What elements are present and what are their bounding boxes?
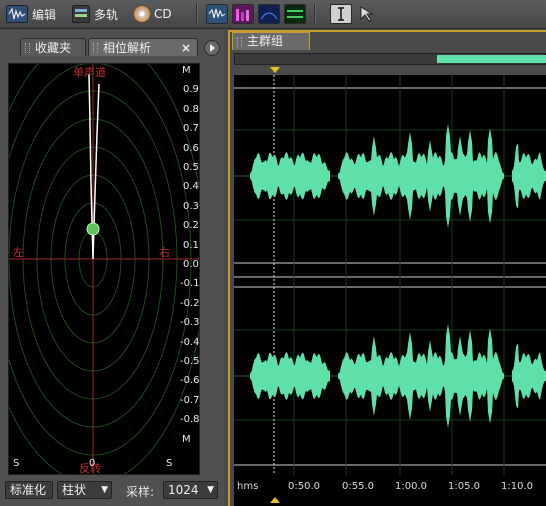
sample-size-select[interactable]: 1024 ▼ xyxy=(163,481,218,499)
phase-icon xyxy=(287,10,303,18)
multitrack-label: 多轨 xyxy=(94,7,119,22)
scale-label: 0.4 xyxy=(183,181,199,193)
tab-phase-analysis-label: 相位解析 xyxy=(103,41,152,55)
sample-label: 采样: xyxy=(126,485,155,499)
cd-label: CD xyxy=(154,7,172,21)
overview-bar[interactable] xyxy=(234,53,546,65)
time-ruler[interactable]: hms 0:50.0 0:55.0 1:00.0 1:05.0 1:10.0 xyxy=(234,475,546,506)
spectral-pan-button[interactable] xyxy=(258,4,280,24)
marquee-arrow-icon xyxy=(360,6,374,22)
scale-label: -0.6 xyxy=(180,375,200,387)
scale-label: 0.6 xyxy=(183,142,199,154)
edit-label: 编辑 xyxy=(32,7,57,22)
scale-label: 0.5 xyxy=(183,162,199,173)
waveform-segment xyxy=(338,124,504,228)
left-panel: 收藏夹 相位解析 × 单声道 反转 左 右 M 0.9 0.8 0.7 0.6 … xyxy=(0,30,224,506)
scale-label: 0.2 xyxy=(183,220,199,232)
waveform-segment xyxy=(338,324,504,428)
waveform-segment xyxy=(512,144,546,208)
scale-label: 0.3 xyxy=(183,200,199,212)
normalize-button[interactable]: 标准化 xyxy=(5,481,53,499)
ruler-tick-label: 0:50.0 xyxy=(288,481,320,492)
x-tick-center: 0 xyxy=(89,458,96,469)
edit-view-button[interactable]: 编辑 xyxy=(6,4,56,24)
toolbar-divider xyxy=(314,3,316,25)
tab-phase-analysis[interactable]: 相位解析 × xyxy=(88,38,198,56)
waveform-edit-icon xyxy=(6,5,28,23)
waveform-display[interactable] xyxy=(234,75,546,475)
spectral-icon xyxy=(236,9,249,21)
ruler-tick-label: 1:10.0 xyxy=(501,481,533,492)
waveform-canvas xyxy=(234,75,546,475)
scale-label: 0.9 xyxy=(183,84,199,96)
play-arrow-icon xyxy=(210,44,215,52)
marquee-tool[interactable] xyxy=(358,5,378,26)
top-toolbar: 编辑 多轨 CD xyxy=(0,0,546,29)
tab-grip xyxy=(93,43,98,53)
correlation-scale: M 0.9 0.8 0.7 0.6 0.5 0.4 0.3 0.2 0.1 0.0 -0.1 -0.2 -… xyxy=(178,63,224,483)
tab-main-group[interactable]: 主群组 xyxy=(232,32,310,50)
scale-label: -0.2 xyxy=(180,297,200,309)
ibeam-icon xyxy=(338,7,344,21)
ruler-tick-label: 1:00.0 xyxy=(395,481,427,492)
tab-main-group-label: 主群组 xyxy=(247,34,284,48)
cd-icon xyxy=(134,6,150,22)
ruler-unit-label: hms xyxy=(237,481,259,492)
scale-label: M xyxy=(182,433,191,445)
playhead-bottom-marker[interactable] xyxy=(270,497,280,503)
scale-label: -0.1 xyxy=(180,278,200,290)
waveform-view-icon xyxy=(208,8,226,19)
waveform-segment xyxy=(250,152,330,200)
close-tab-icon[interactable]: × xyxy=(181,39,191,57)
phase-controls: 标准化 柱状 ▼ 采样: 1024 ▼ xyxy=(0,479,224,501)
x-tick-left: S xyxy=(13,458,20,469)
multitrack-icon xyxy=(72,5,90,23)
scale-label: -0.5 xyxy=(180,356,200,367)
scale-label: 0.7 xyxy=(183,123,199,135)
overview-viewport[interactable] xyxy=(437,55,546,63)
spectral-phase-button[interactable] xyxy=(284,4,306,24)
toolbar-divider xyxy=(196,3,198,25)
waveform-segment xyxy=(250,352,330,400)
pan-icon xyxy=(260,12,278,20)
left-channel-label: 左 xyxy=(13,246,24,259)
x-tick-right: S xyxy=(166,458,173,469)
mono-label: 单声道 xyxy=(73,66,106,79)
phase-ellipses xyxy=(0,34,206,484)
display-mode-value: 柱状 xyxy=(62,483,87,497)
display-mode-select[interactable]: 柱状 ▼ xyxy=(57,481,112,499)
scale-label: -0.8 xyxy=(180,414,200,426)
tab-grip xyxy=(25,43,30,53)
tab-grip xyxy=(237,37,242,47)
tab-favorites-label: 收藏夹 xyxy=(35,41,72,55)
left-tabbar: 收藏夹 相位解析 × xyxy=(0,36,224,56)
scale-label: 0.8 xyxy=(183,103,199,115)
chevron-down-icon: ▼ xyxy=(207,485,214,495)
scale-label: -0.4 xyxy=(180,336,200,348)
ruler-tick-label: 1:05.0 xyxy=(448,481,480,492)
phase-display: 单声道 反转 左 右 xyxy=(0,34,206,484)
tab-favorites[interactable]: 收藏夹 xyxy=(20,38,86,56)
scale-label: M xyxy=(182,65,191,76)
sample-size-value: 1024 xyxy=(168,483,199,497)
spectral-frequency-button[interactable] xyxy=(232,4,254,24)
playhead-top-marker[interactable] xyxy=(270,67,280,73)
spectral-view-button[interactable] xyxy=(206,4,228,24)
scale-label: 0.0 xyxy=(183,259,199,270)
right-channel-label: 右 xyxy=(159,246,170,259)
scale-label: 0.1 xyxy=(183,239,199,251)
time-selection-tool[interactable] xyxy=(330,4,352,24)
waveform-segment xyxy=(512,344,546,408)
panel-menu-button[interactable] xyxy=(204,40,220,56)
multitrack-view-button[interactable]: 多轨 xyxy=(72,4,118,24)
chevron-down-icon: ▼ xyxy=(101,485,108,495)
scale-label: -0.3 xyxy=(180,317,200,329)
scale-label: -0.7 xyxy=(180,394,200,406)
cd-view-button[interactable]: CD xyxy=(134,4,172,24)
ruler-tick-label: 0:55.0 xyxy=(342,481,374,492)
